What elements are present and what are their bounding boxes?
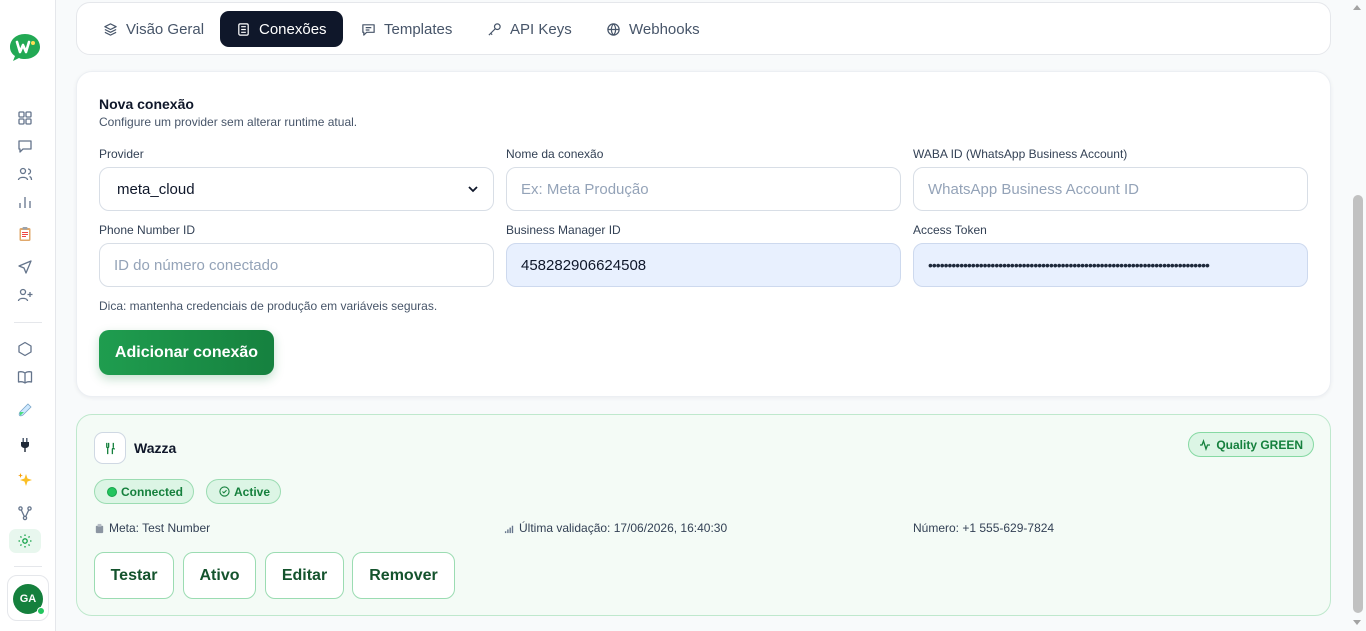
provider-label: Provider	[99, 147, 144, 161]
dashboard-icon[interactable]	[14, 107, 36, 129]
sidebar-divider	[14, 566, 42, 567]
contacts-icon[interactable]	[14, 163, 36, 185]
flow-icon[interactable]	[14, 502, 36, 524]
status-badge-active: Active	[206, 479, 282, 504]
test-tube-icon[interactable]	[14, 399, 36, 421]
tab-conexoes[interactable]: Conexões	[220, 11, 343, 47]
access-token-input[interactable]: ••••••••••••••••••••••••••••••••••••••••…	[913, 243, 1308, 287]
phone-number-text: Número: +1 555-629-7824	[913, 521, 1055, 535]
test-button[interactable]: Testar	[94, 552, 174, 599]
plug-list-icon	[238, 22, 249, 36]
tab-bar: Visão Geral Conexões Templates API Keys …	[76, 2, 1331, 55]
message-square-icon	[362, 23, 375, 36]
chevron-down-icon	[468, 186, 478, 193]
tab-label: Webhooks	[629, 20, 700, 38]
add-connection-button[interactable]: Adicionar conexão	[99, 330, 274, 375]
book-icon[interactable]	[14, 366, 36, 388]
online-status-dot	[37, 607, 45, 615]
status-active-text: Active	[234, 484, 271, 499]
phone-number-id-placeholder: ID do número conectado	[114, 256, 279, 274]
tab-label: Conexões	[259, 20, 327, 38]
new-connection-card: Nova conexão Configure um provider sem a…	[76, 71, 1331, 397]
connection-icon	[94, 432, 126, 464]
quality-text: Quality GREEN	[1216, 437, 1303, 452]
business-manager-id-label: Business Manager ID	[506, 223, 621, 237]
tab-webhooks[interactable]: Webhooks	[590, 11, 716, 47]
business-manager-id-value: 458282906624508	[521, 256, 647, 274]
sidebar: GA	[0, 0, 56, 631]
connection-name-label: Nome da conexão	[506, 147, 604, 161]
active-toggle-button[interactable]: Ativo	[183, 552, 256, 599]
sidebar-divider	[14, 322, 42, 323]
remove-button[interactable]: Remover	[352, 552, 455, 599]
card-subtitle: Configure um provider sem alterar runtim…	[99, 115, 358, 129]
tab-label: API Keys	[510, 20, 572, 38]
connection-name-input[interactable]: Ex: Meta Produção	[506, 167, 901, 211]
connection-name: Wazza	[134, 440, 177, 456]
tab-visao-geral[interactable]: Visão Geral	[87, 11, 220, 47]
phone-number-id-input[interactable]: ID do número conectado	[99, 243, 494, 287]
status-connected-text: Connected	[121, 484, 184, 499]
layers-icon	[104, 22, 117, 36]
provider-value: meta_cloud	[117, 180, 195, 198]
last-validation-info: Última validação: 17/06/2026, 16:40:30	[504, 521, 727, 535]
phone-number-id-label: Phone Number ID	[99, 223, 196, 237]
credentials-hint: Dica: mantenha credenciais de produção e…	[99, 299, 438, 313]
phone-number-info: Número: +1 555-629-7824	[913, 521, 1054, 535]
tab-label: Templates	[384, 20, 453, 38]
status-badge-connected: Connected	[94, 479, 195, 504]
card-title: Nova conexão	[99, 96, 194, 112]
avatar-initials: GA	[19, 593, 37, 605]
connected-dot-icon	[107, 486, 117, 497]
sparkles-icon[interactable]	[14, 469, 36, 491]
edit-button[interactable]: Editar	[265, 552, 344, 599]
plug-icon[interactable]	[14, 434, 36, 456]
business-manager-id-input[interactable]: 458282906624508	[506, 243, 901, 287]
check-circle-icon	[219, 486, 230, 497]
tab-api-keys[interactable]: API Keys	[471, 11, 588, 47]
tab-label: Visão Geral	[126, 20, 205, 38]
meta-info: Meta: Test Number	[94, 521, 210, 535]
tab-templates[interactable]: Templates	[345, 11, 468, 47]
access-token-value: ••••••••••••••••••••••••••••••••••••••••…	[928, 257, 1210, 273]
connection-card: Wazza Quality GREEN Connected Active Met…	[76, 414, 1331, 616]
provider-select[interactable]: meta_cloud	[99, 167, 494, 211]
waba-id-input[interactable]: WhatsApp Business Account ID	[913, 167, 1308, 211]
signal-bars-icon	[504, 525, 514, 533]
key-icon	[488, 22, 501, 36]
waba-id-label: WABA ID (WhatsApp Business Account)	[913, 147, 1128, 161]
chat-icon[interactable]	[14, 135, 36, 157]
clipboard-icon[interactable]	[14, 223, 36, 245]
quality-badge: Quality GREEN	[1188, 432, 1314, 457]
app-logo[interactable]	[9, 32, 41, 62]
waba-id-placeholder: WhatsApp Business Account ID	[928, 180, 1139, 198]
meta-text: Meta: Test Number	[109, 521, 211, 535]
reports-icon[interactable]	[14, 191, 36, 213]
access-token-label: Access Token	[913, 223, 987, 237]
building-icon	[95, 523, 104, 533]
scroll-up-arrow-icon[interactable]	[1353, 5, 1361, 10]
connection-name-placeholder: Ex: Meta Produção	[521, 180, 649, 198]
last-validation-text: Última validação: 17/06/2026, 16:40:30	[519, 521, 728, 535]
activity-icon	[1200, 438, 1211, 451]
user-menu[interactable]: GA	[7, 575, 49, 621]
settings-icon[interactable]	[9, 529, 41, 553]
scroll-down-arrow-icon[interactable]	[1353, 620, 1361, 625]
send-icon[interactable]	[14, 256, 36, 278]
scrollbar-thumb[interactable]	[1353, 195, 1363, 613]
add-user-icon[interactable]	[14, 284, 36, 306]
box-icon[interactable]	[14, 338, 36, 360]
webhook-icon	[607, 22, 620, 36]
